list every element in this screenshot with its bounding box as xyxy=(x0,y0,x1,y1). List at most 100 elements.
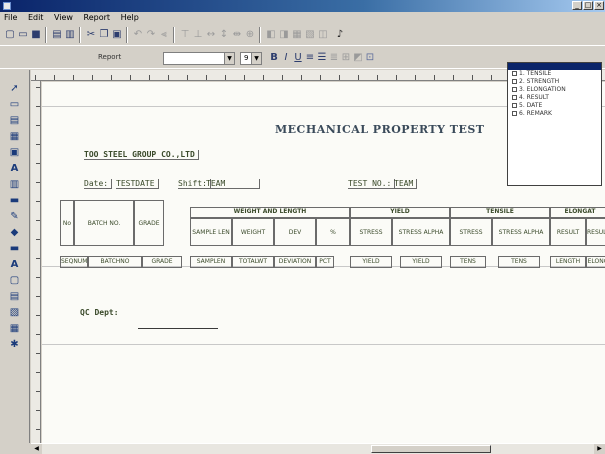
table-tool-icon[interactable]: ▦ xyxy=(8,130,21,143)
new-icon[interactable]: ▢ xyxy=(4,28,16,41)
field-list-item[interactable]: 6. REMARK xyxy=(508,110,601,118)
date-value[interactable]: TESTDATE xyxy=(116,179,159,189)
italic-icon[interactable]: I xyxy=(280,51,292,64)
pointer-icon[interactable]: ➚ xyxy=(8,82,21,95)
border-icon[interactable]: ⊞ xyxy=(340,51,352,64)
report-title[interactable]: MECHANICAL PROPERTY TEST xyxy=(275,123,484,136)
field-list-panel[interactable]: 1. TENSILE 2. STRENGTH 3. ELONGATION 4. … xyxy=(507,62,602,186)
minimize-button[interactable]: _ xyxy=(572,1,582,10)
field-list-item[interactable]: 3. ELONGATION xyxy=(508,86,601,94)
row-field[interactable]: BATCHNO xyxy=(88,256,142,268)
col-header: GRADE xyxy=(134,200,164,246)
horizontal-scrollbar[interactable]: ◀ ▶ xyxy=(31,443,605,454)
help-icon[interactable]: ♪ xyxy=(334,28,346,41)
menu-help[interactable]: Help xyxy=(117,12,143,23)
undo-icon[interactable]: ↶ xyxy=(132,28,144,41)
row-field[interactable]: GRADE xyxy=(142,256,182,268)
field-list-item[interactable]: 5. DATE xyxy=(508,102,601,110)
align-left-icon[interactable]: ⫷ xyxy=(158,28,170,41)
underline-icon[interactable]: U xyxy=(292,51,304,64)
menu-view[interactable]: View xyxy=(50,12,77,23)
row-field[interactable]: PCT xyxy=(316,256,334,268)
print-icon[interactable]: ▤ xyxy=(51,28,63,41)
lock-icon[interactable]: ◫ xyxy=(317,28,329,41)
row-field[interactable]: DEVIATION xyxy=(274,256,316,268)
image-tool-icon[interactable]: ▣ xyxy=(8,146,21,159)
size-combo[interactable]: 9 ▼ xyxy=(240,52,262,65)
open-icon[interactable]: ▭ xyxy=(17,28,29,41)
scroll-left-icon[interactable]: ◀ xyxy=(31,444,42,454)
scroll-thumb[interactable] xyxy=(371,445,491,453)
chart-tool-icon[interactable]: ▤ xyxy=(8,290,21,303)
row-field[interactable]: YIELD xyxy=(400,256,442,268)
scroll-right-icon[interactable]: ▶ xyxy=(594,444,605,454)
send-back-icon[interactable]: ◨ xyxy=(278,28,290,41)
menu-edit[interactable]: Edit xyxy=(24,12,48,23)
ruler-tick xyxy=(225,75,226,80)
row-field[interactable]: TOTALWT xyxy=(232,256,274,268)
row-field[interactable]: SEQNUM xyxy=(60,256,88,268)
save-icon[interactable]: ■ xyxy=(30,28,42,41)
shift-value[interactable]: TEAM xyxy=(206,179,260,189)
close-button[interactable]: × xyxy=(594,1,604,10)
align-top-icon[interactable]: ⊤ xyxy=(179,28,191,41)
bring-front-icon[interactable]: ◧ xyxy=(265,28,277,41)
copy-icon[interactable]: ❐ xyxy=(98,28,110,41)
space-icon[interactable]: ⇹ xyxy=(231,28,243,41)
label-tool-icon[interactable]: ▭ xyxy=(8,98,21,111)
row-field[interactable]: TENS xyxy=(450,256,486,268)
settings-tool-icon[interactable]: ✱ xyxy=(8,338,21,351)
align-bottom-icon[interactable]: ⊥ xyxy=(192,28,204,41)
color-icon[interactable]: ◩ xyxy=(352,51,364,64)
redo-icon[interactable]: ↷ xyxy=(145,28,157,41)
date-label[interactable]: Date: xyxy=(84,179,113,189)
test-no-label[interactable]: TEST NO.: xyxy=(348,179,396,189)
rect-tool-icon[interactable]: ▬ xyxy=(8,242,21,255)
test-no-value[interactable]: TEAM xyxy=(394,179,418,189)
field-tool-icon[interactable]: ▤ xyxy=(8,114,21,127)
field-list-item[interactable]: 1. TENSILE xyxy=(508,70,601,78)
pen-tool-icon[interactable]: ✎ xyxy=(8,210,21,223)
company-field[interactable]: TOO STEEL GROUP CO.,LTD xyxy=(84,150,199,160)
center-icon[interactable]: ⊕ xyxy=(244,28,256,41)
checkbox-icon xyxy=(512,95,517,100)
qc-dept-label[interactable]: QC Dept: xyxy=(80,308,119,317)
align-right-text-icon[interactable]: ≣ xyxy=(328,51,340,64)
grid-icon[interactable]: ⊡ xyxy=(364,51,376,64)
line-tool-icon[interactable]: ▬ xyxy=(8,194,21,207)
row-field[interactable]: LENGTH xyxy=(550,256,586,268)
text-tool-icon[interactable]: A xyxy=(8,162,21,175)
menu-file[interactable]: File xyxy=(0,12,21,23)
row-field[interactable]: ELONG xyxy=(586,256,605,268)
ruler-tick xyxy=(36,106,40,107)
results-table[interactable]: WEIGHT AND LENGTH YIELD TENSILE ELONGAT … xyxy=(60,200,605,270)
toolbar-separator xyxy=(79,27,81,43)
row-field[interactable]: SAMPLEN xyxy=(190,256,232,268)
preview-icon[interactable]: ▥ xyxy=(64,28,76,41)
shape-tool-icon[interactable]: ◆ xyxy=(8,226,21,239)
bold-icon[interactable]: B xyxy=(268,51,280,64)
field-list-item[interactable]: 4. RESULT xyxy=(508,94,601,102)
frame-tool-icon[interactable]: ▢ xyxy=(8,274,21,287)
font-combo[interactable]: ▼ xyxy=(163,52,235,65)
align-center-text-icon[interactable]: ☰ xyxy=(316,51,328,64)
field-list-item[interactable]: 2. STRENGTH xyxy=(508,78,601,86)
col-header: % xyxy=(316,218,350,246)
row-field[interactable]: TENS xyxy=(498,256,540,268)
row-field[interactable]: YIELD xyxy=(350,256,392,268)
align-left-text-icon[interactable]: ≡ xyxy=(304,51,316,64)
barcode-tool-icon[interactable]: ▥ xyxy=(8,178,21,191)
subreport-tool-icon[interactable]: ▧ xyxy=(8,306,21,319)
cut-icon[interactable]: ✂ xyxy=(85,28,97,41)
menu-report[interactable]: Report xyxy=(80,12,115,23)
page-tool-icon[interactable]: ▦ xyxy=(8,322,21,335)
group-icon[interactable]: ▦ xyxy=(291,28,303,41)
caption-tool-icon[interactable]: A xyxy=(8,258,21,271)
maximize-button[interactable]: □ xyxy=(583,1,593,10)
ungroup-icon[interactable]: ▧ xyxy=(304,28,316,41)
paste-icon[interactable]: ▣ xyxy=(111,28,123,41)
same-width-icon[interactable]: ↔ xyxy=(205,28,217,41)
ruler-tick xyxy=(187,75,188,80)
ruler-tick xyxy=(36,239,40,240)
same-height-icon[interactable]: ↕ xyxy=(218,28,230,41)
